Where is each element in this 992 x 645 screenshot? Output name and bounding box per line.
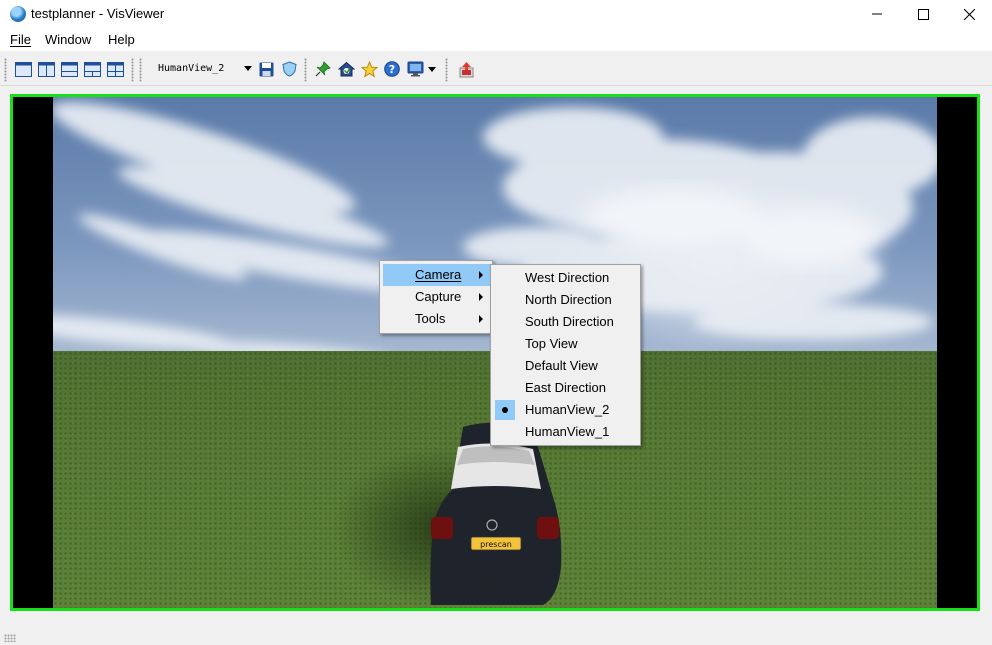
camera-item-west-direction[interactable]: West Direction: [494, 267, 639, 289]
camera-item-top-view[interactable]: Top View: [494, 333, 639, 355]
save-view-button[interactable]: [256, 60, 276, 78]
camera-submenu: West Direction North Direction South Dir…: [490, 264, 641, 446]
camera-item-label: South Direction: [525, 314, 614, 329]
help-button[interactable]: ?: [382, 60, 402, 78]
camera-item-east-direction[interactable]: East Direction: [494, 377, 639, 399]
two-row-view-button[interactable]: [59, 60, 79, 78]
camera-item-label: East Direction: [525, 380, 606, 395]
minimize-button[interactable]: [854, 0, 900, 28]
three-pane-view-icon: [83, 61, 101, 77]
camera-item-label: HumanView_1: [525, 424, 610, 439]
camera-item-label: Default View: [525, 358, 598, 373]
single-view-icon: [14, 61, 32, 77]
display-button[interactable]: [405, 60, 425, 78]
monitor-icon: [407, 61, 423, 77]
context-menu-item-label: Tools: [415, 311, 446, 326]
camera-item-label: North Direction: [525, 292, 612, 307]
display-dropdown-arrow-icon[interactable]: [428, 67, 436, 72]
submenu-arrow-icon: [479, 293, 483, 301]
status-bar: [0, 620, 992, 645]
minimize-icon: [872, 13, 882, 15]
four-pane-view-button[interactable]: [105, 60, 125, 78]
record-button[interactable]: [456, 60, 476, 78]
pin-button[interactable]: [313, 60, 333, 78]
camera-item-label: HumanView_2: [525, 402, 610, 417]
camera-item-humanview-2[interactable]: HumanView_2: [494, 399, 639, 421]
reset-view-button[interactable]: [279, 60, 299, 78]
window-title: testplanner - VisViewer: [31, 6, 165, 21]
context-menu-item-camera[interactable]: Camera: [383, 264, 491, 286]
single-view-button[interactable]: [13, 60, 33, 78]
menu-window[interactable]: Window: [45, 32, 91, 48]
close-icon: [963, 8, 975, 20]
svg-text:?: ?: [389, 63, 395, 76]
home-view-button[interactable]: [336, 60, 356, 78]
toolbar-grip[interactable]: [304, 58, 307, 82]
context-menu-item-tools[interactable]: Tools: [383, 308, 491, 330]
submenu-arrow-icon: [479, 271, 483, 279]
shield-icon: [281, 61, 297, 77]
camera-item-south-direction[interactable]: South Direction: [494, 311, 639, 333]
view-selector-value: HumanView_2: [158, 63, 225, 74]
toolbar: HumanView_2 ?: [0, 53, 992, 86]
star-icon: [360, 60, 378, 78]
toolbar-grip[interactable]: [131, 58, 134, 82]
menu-help[interactable]: Help: [108, 32, 135, 48]
title-bar: testplanner - VisViewer: [0, 0, 992, 28]
context-menu-item-label: Capture: [415, 289, 462, 304]
maximize-button[interactable]: [900, 0, 946, 28]
help-icon: ?: [384, 61, 400, 77]
context-menu-item-label: Camera: [415, 267, 462, 282]
camera-item-label: West Direction: [525, 270, 610, 285]
maximize-icon: [917, 8, 929, 20]
toolbar-grip[interactable]: [4, 58, 7, 82]
record-icon: [459, 61, 473, 77]
context-menu-item-capture[interactable]: Capture: [383, 286, 491, 308]
camera-item-label: Top View: [525, 336, 578, 351]
menu-bar: File Window Help: [0, 28, 992, 52]
toolbar-grip[interactable]: [139, 58, 142, 82]
menu-file[interactable]: File: [10, 32, 31, 48]
context-menu: Camera Capture Tools: [379, 260, 493, 334]
camera-item-humanview-1[interactable]: HumanView_1: [494, 421, 639, 443]
app-window: testplanner - VisViewer File Window Help: [0, 0, 992, 645]
home-view-icon: [337, 61, 355, 77]
camera-item-default-view[interactable]: Default View: [494, 355, 639, 377]
three-pane-view-button[interactable]: [82, 60, 102, 78]
globe-icon: [10, 6, 26, 22]
favorite-button[interactable]: [359, 60, 379, 78]
resize-grip[interactable]: [4, 634, 16, 642]
save-icon: [259, 62, 273, 76]
close-button[interactable]: [946, 0, 992, 28]
radio-dot-icon: [502, 407, 508, 413]
camera-item-north-direction[interactable]: North Direction: [494, 289, 639, 311]
two-column-view-button[interactable]: [36, 60, 56, 78]
pin-icon: [315, 61, 331, 77]
submenu-arrow-icon: [479, 315, 483, 323]
four-pane-view-icon: [106, 61, 124, 77]
radio-check-indicator: [495, 400, 515, 420]
two-column-view-icon: [37, 61, 55, 77]
toolbar-grip[interactable]: [445, 58, 448, 82]
view-selector[interactable]: HumanView_2: [156, 60, 256, 78]
two-row-view-icon: [60, 61, 78, 77]
chevron-down-icon: [244, 66, 252, 71]
